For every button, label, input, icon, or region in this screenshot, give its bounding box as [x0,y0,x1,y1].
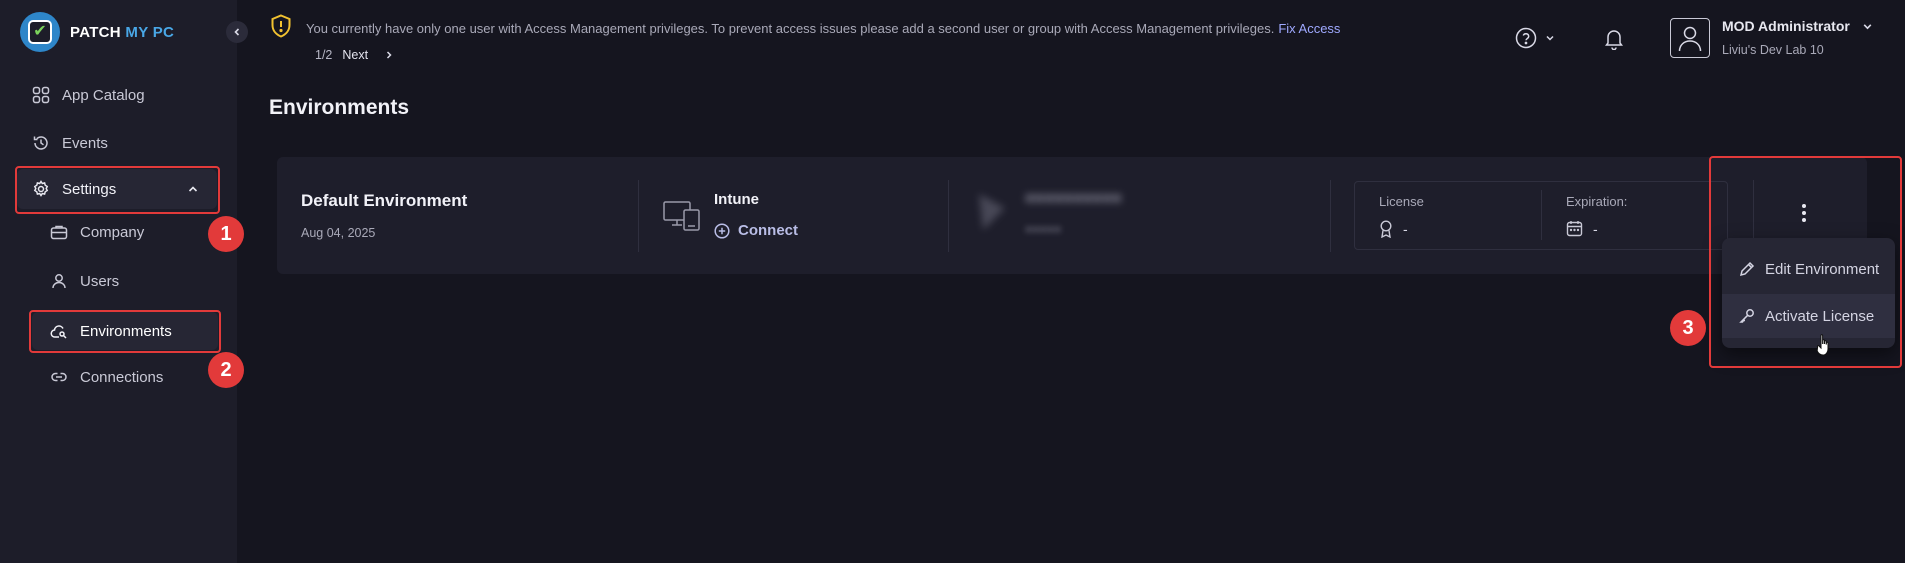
logo-text-part2: MY PC [125,23,175,41]
divider [1541,190,1542,240]
sidebar-item-users[interactable]: Users [50,271,119,291]
logo-text-part1: PATCH [70,23,121,41]
provider-name: Intune [714,191,759,208]
annotation-badge-3: 3 [1670,310,1706,346]
user-name[interactable]: MOD Administrator [1722,18,1850,34]
blurred-content: ■■■■■ [1025,222,1062,236]
link-icon [51,372,67,382]
sidebar-item-events[interactable]: Events [32,133,108,153]
environment-name: Default Environment [301,191,468,210]
help-icon [1515,27,1537,49]
chevron-down-icon[interactable] [1862,21,1873,32]
plus-circle-icon [714,222,730,239]
avatar[interactable] [1670,18,1710,58]
expiration-value: - [1566,220,1598,237]
banner-pager: 1/2 Next [315,48,394,62]
annotation-box-menu [1709,156,1902,368]
expiration-label: Expiration: [1566,194,1628,209]
collapse-sidebar-button[interactable] [226,21,248,43]
hand-cursor-icon [1816,334,1829,356]
sidebar-item-label: Connections [80,368,164,386]
chevron-left-icon [234,28,240,36]
sidebar-item-app-catalog[interactable]: App Catalog [32,85,145,105]
sidebar-item-connections[interactable]: Connections [50,367,163,387]
grid-icon [32,86,50,104]
help-menu-button[interactable] [1515,27,1555,49]
license-value-text: - [1403,221,1408,237]
logo-text: PATCH MY PC [70,24,174,41]
calendar-icon [1566,221,1583,237]
connect-button[interactable]: Connect [714,222,798,239]
page-title: Environments [269,96,410,119]
tenant-name: Liviu's Dev Lab 10 [1722,43,1824,57]
license-label: License [1379,194,1424,209]
bell-icon [1605,30,1623,51]
annotation-box-environments [29,310,221,353]
blurred-app-icon [979,194,1005,230]
sidebar-item-label: App Catalog [62,86,145,104]
banner-message: You currently have only one user with Ac… [306,21,1275,36]
annotation-box-settings [15,166,220,214]
pager-count: 1/2 [315,48,333,62]
notifications-button[interactable] [1604,28,1624,55]
connect-label: Connect [738,222,798,239]
sidebar-item-label: Company [80,223,145,241]
access-warning-banner: You currently have only one user with Ac… [270,14,1340,38]
sidebar-item-label: Events [62,134,108,152]
annotation-badge-2: 2 [208,352,244,388]
annotation-badge-1: 1 [208,216,244,252]
chevron-down-icon [1546,35,1554,41]
sidebar-item-company[interactable]: Company [50,222,144,242]
devices-icon [663,201,700,231]
divider [1330,180,1331,252]
award-icon [1380,220,1392,238]
briefcase-icon [50,225,68,240]
user-icon [52,274,66,289]
warning-shield-icon [271,14,291,38]
next-button[interactable]: Next [342,48,368,62]
logo-icon: ✔ [20,12,60,52]
user-avatar-icon [1678,26,1702,52]
patch-my-pc-logo[interactable]: ✔ PATCH MY PC [20,12,174,52]
license-value: - [1379,220,1408,238]
divider [948,180,949,252]
chevron-right-icon[interactable] [384,50,394,60]
fix-access-link[interactable]: Fix Access [1278,21,1340,36]
banner-message-line: You currently have only one user with Ac… [306,21,1340,36]
history-icon [33,136,48,150]
expiration-value-text: - [1593,220,1598,237]
divider [638,180,639,252]
environment-date: Aug 04, 2025 [301,226,376,240]
blurred-content: ■■■■■■■■■■ [1025,190,1122,207]
sidebar-item-label: Users [80,272,120,290]
